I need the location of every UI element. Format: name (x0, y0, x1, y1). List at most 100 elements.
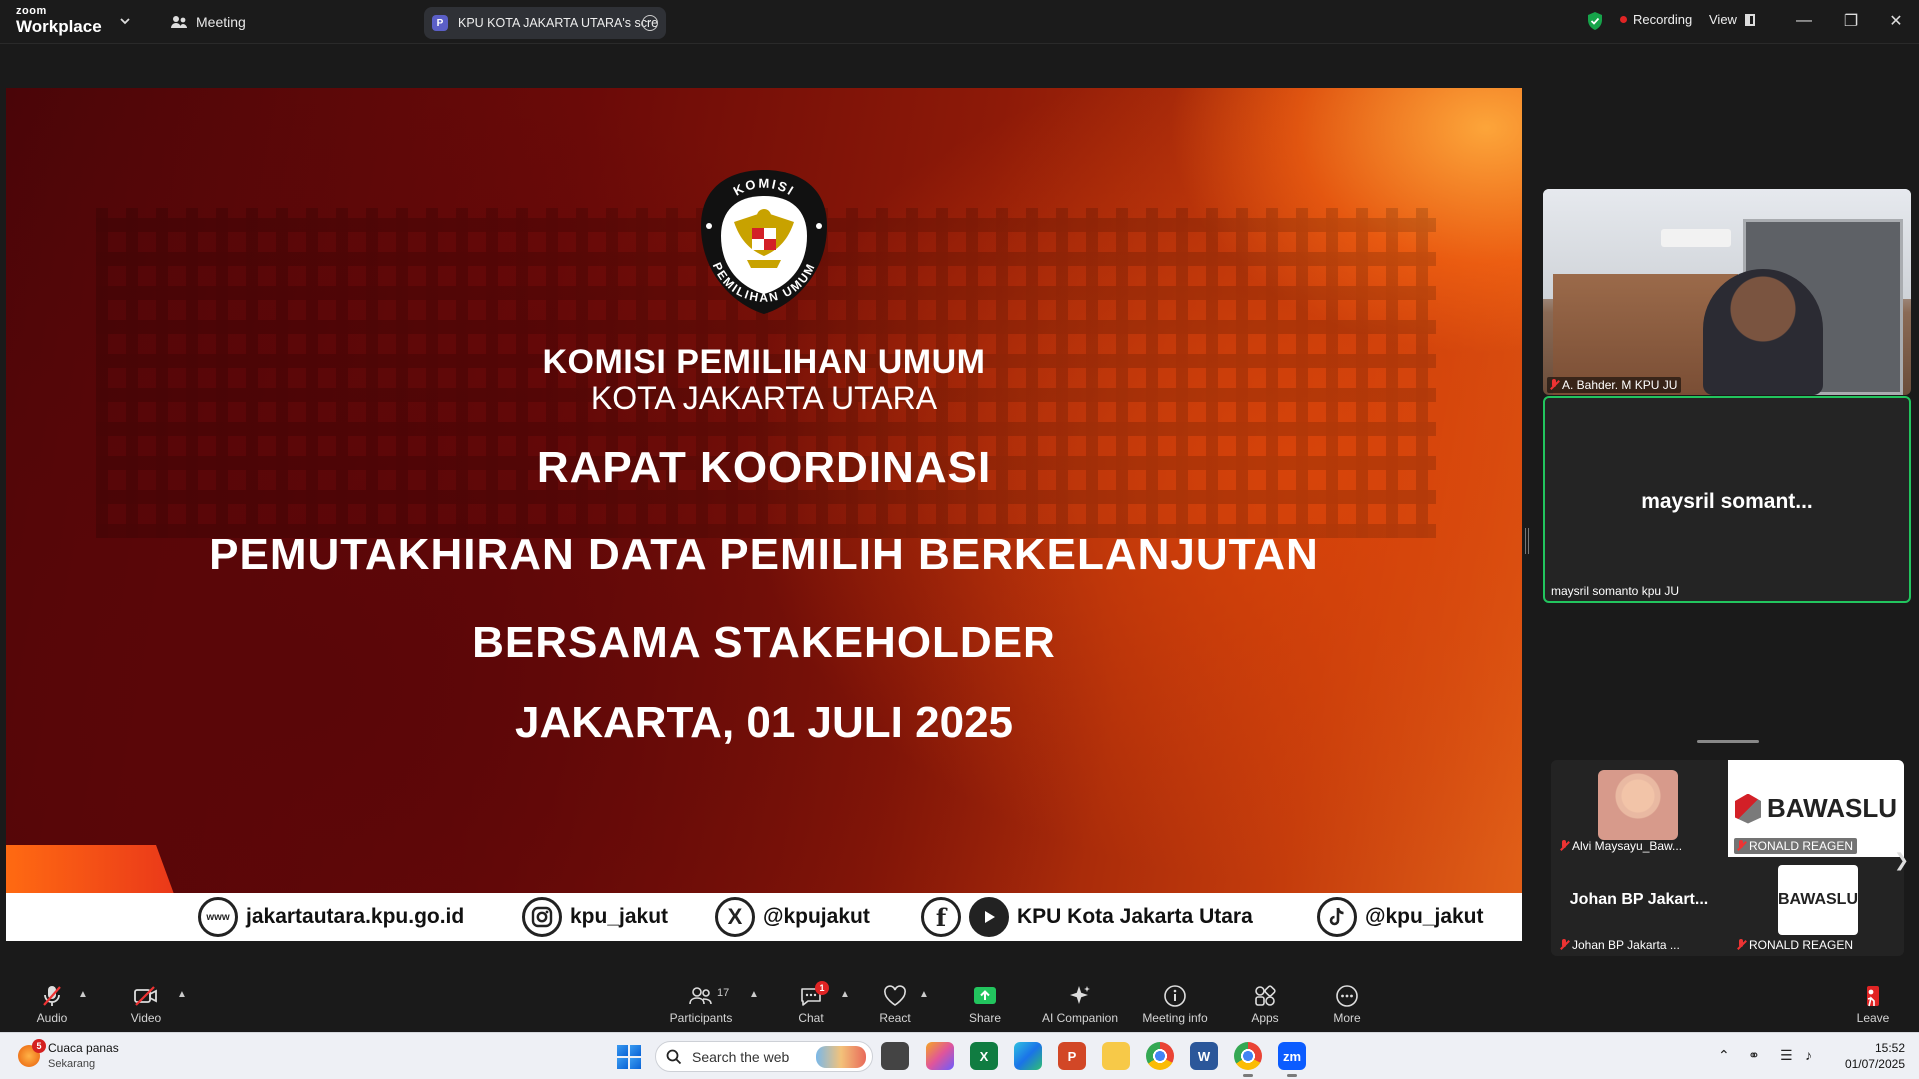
participant-name: A. Bahder. M KPU JU (1562, 378, 1678, 392)
participant-name-tag: Johan BP Jakarta ... (1557, 937, 1684, 953)
more-options-icon[interactable]: ··· (642, 15, 658, 31)
facebook-youtube-link: f KPU Kota Jakarta Utara (921, 896, 1253, 938)
chat-label: Chat (798, 1011, 824, 1025)
react-label: React (879, 1011, 911, 1025)
apps-button[interactable]: Apps (1248, 963, 1282, 1032)
chat-button[interactable]: Chat (796, 963, 826, 1032)
wifi-icon[interactable]: ☰ (1780, 1047, 1793, 1064)
meeting-tab-label: Meeting (196, 14, 246, 30)
react-button[interactable]: React (878, 963, 912, 1032)
mic-muted-icon (43, 986, 61, 1006)
apps-icon (1255, 985, 1276, 1006)
org-city: KOTA JAKARTA UTARA (590, 380, 938, 416)
leave-button[interactable]: Leave (1856, 963, 1890, 1032)
participant-name-tag: RONALD REAGEN (1734, 838, 1858, 854)
edge-icon[interactable] (1014, 1042, 1042, 1070)
slide-date: JAKARTA, 01 JULI 2025 (514, 698, 1014, 747)
recording-label: Recording (1633, 12, 1693, 27)
close-icon[interactable]: ✕ (1885, 10, 1907, 32)
participant-name-tag: RONALD REAGEN (1734, 937, 1857, 953)
zoom-workplace-logo[interactable]: zoom Workplace (16, 6, 102, 36)
chat-options-caret-icon[interactable]: ▲ (840, 989, 850, 1000)
leave-icon (1867, 986, 1879, 1007)
brand-bottom: Workplace (16, 17, 102, 36)
gallery-tile[interactable]: BAWASLU RONALD REAGEN (1728, 859, 1904, 956)
website-text: jakartautara.kpu.go.id (246, 905, 465, 928)
zoom-window: zoom Workplace Meeting P KPU KOTA JAKART… (0, 0, 1919, 1079)
video-tile[interactable]: A. Bahder. M KPU JU (1543, 189, 1911, 395)
view-layout-icon (1744, 13, 1755, 26)
share-label: Share (968, 1011, 1002, 1025)
powerpoint-icon[interactable]: P (1058, 1042, 1086, 1070)
share-button[interactable]: Share (968, 963, 1002, 1032)
file-explorer-icon[interactable] (1102, 1042, 1130, 1070)
share-screen-icon (974, 987, 996, 1004)
participant-name-tag: A. Bahder. M KPU JU (1547, 377, 1682, 393)
encryption-shield-icon[interactable] (1586, 11, 1604, 31)
screen-share-tab[interactable]: P KPU KOTA JAKARTA UTARA's scre ··· (424, 7, 666, 39)
gallery-tile[interactable]: Johan BP Jakart... Johan BP Jakarta ... (1551, 859, 1727, 956)
chrome-icon[interactable] (1146, 1042, 1174, 1070)
tiktok-icon (1317, 897, 1357, 937)
info-icon (1164, 985, 1186, 1007)
gallery-tile[interactable]: Alvi Maysayu_Baw... (1551, 760, 1727, 857)
ai-companion-button[interactable]: AI Companion (1040, 963, 1120, 1032)
ai-companion-label: AI Companion (1041, 1011, 1119, 1025)
x-handle: @kpujakut (763, 905, 870, 928)
react-options-caret-icon[interactable]: ▲ (919, 989, 929, 1000)
globe-icon: www (198, 897, 238, 937)
participant-video (1703, 269, 1823, 395)
shared-screen: KOMISI PEMILIHAN UMUM KOMISI PEMILIHAN U… (6, 88, 1522, 941)
mic-muted-icon (1736, 840, 1746, 852)
more-button[interactable]: More (1330, 963, 1364, 1032)
participant-name: RONALD REAGEN (1749, 839, 1854, 853)
meeting-tab[interactable]: Meeting (170, 11, 246, 33)
tray-overflow-icon[interactable]: ⌃ (1718, 1047, 1730, 1064)
minimize-icon[interactable]: — (1793, 10, 1815, 32)
task-view-icon[interactable] (881, 1042, 909, 1070)
audio-button[interactable]: Audio (34, 963, 70, 1032)
active-speaker-tile[interactable]: maysril somant... maysril somanto kpu JU (1543, 396, 1911, 603)
video-options-caret-icon[interactable]: ▲ (177, 989, 187, 1000)
recording-indicator[interactable]: Recording (1620, 12, 1692, 27)
more-label: More (1333, 1011, 1361, 1025)
website-link: www jakartautara.kpu.go.id (198, 896, 464, 938)
restore-icon[interactable]: ❐ (1840, 10, 1862, 32)
view-button[interactable]: View (1709, 12, 1755, 27)
mic-muted-icon (1559, 939, 1569, 951)
participant-name: RONALD REAGEN (1749, 938, 1854, 952)
panel-scroll-handle[interactable] (1697, 740, 1759, 743)
chevron-right-icon[interactable]: ❯ (1894, 850, 1909, 871)
audio-options-caret-icon[interactable]: ▲ (78, 989, 88, 1000)
weather-title: Cuaca panas (48, 1041, 119, 1055)
weather-sun-icon: 5 (18, 1038, 46, 1067)
participant-name: Johan BP Jakarta ... (1572, 938, 1680, 952)
word-icon[interactable]: W (1190, 1042, 1218, 1070)
panel-resize-handle[interactable] (1525, 528, 1529, 554)
participant-display-name: maysril somant... (1641, 490, 1813, 513)
network-status-icon[interactable]: ⚭ (1748, 1047, 1760, 1064)
taskbar-clock[interactable]: 15:52 01/07/2025 (1845, 1040, 1905, 1072)
taskbar-search[interactable]: Search the web (655, 1041, 873, 1072)
chevron-down-icon[interactable] (118, 14, 132, 28)
meeting-info-button[interactable]: Meeting info (1140, 963, 1210, 1032)
windows-start-icon[interactable] (617, 1045, 641, 1069)
slide-heading-1: RAPAT KOORDINASI (536, 443, 992, 492)
gallery-tile[interactable]: BAWASLU RONALD REAGEN (1728, 760, 1904, 857)
chat-unread-badge: 1 (815, 981, 829, 995)
chrome-profile-icon[interactable] (1234, 1042, 1262, 1077)
volume-icon[interactable]: ♪ (1805, 1047, 1812, 1063)
slide-heading-3: BERSAMA STAKEHOLDER (472, 618, 1056, 667)
clock-date: 01/07/2025 (1844, 1057, 1905, 1071)
zoom-app-icon[interactable]: zm (1278, 1042, 1306, 1077)
copilot-icon[interactable] (926, 1042, 954, 1070)
instagram-link: kpu_jakut (522, 896, 668, 938)
mic-muted-icon (1559, 840, 1569, 852)
excel-icon[interactable]: X (970, 1042, 998, 1070)
participants-options-caret-icon[interactable]: ▲ (749, 989, 759, 1000)
weather-subtitle: Sekarang (48, 1058, 96, 1070)
meeting-toolbar: Audio ▲ Video ▲ Participants 17 ▲ Chat 1… (0, 963, 1919, 1032)
weather-widget[interactable]: 5 Cuaca panas Sekarang (18, 1038, 119, 1070)
video-button[interactable]: Video (128, 963, 164, 1032)
mic-muted-icon (1549, 379, 1559, 391)
